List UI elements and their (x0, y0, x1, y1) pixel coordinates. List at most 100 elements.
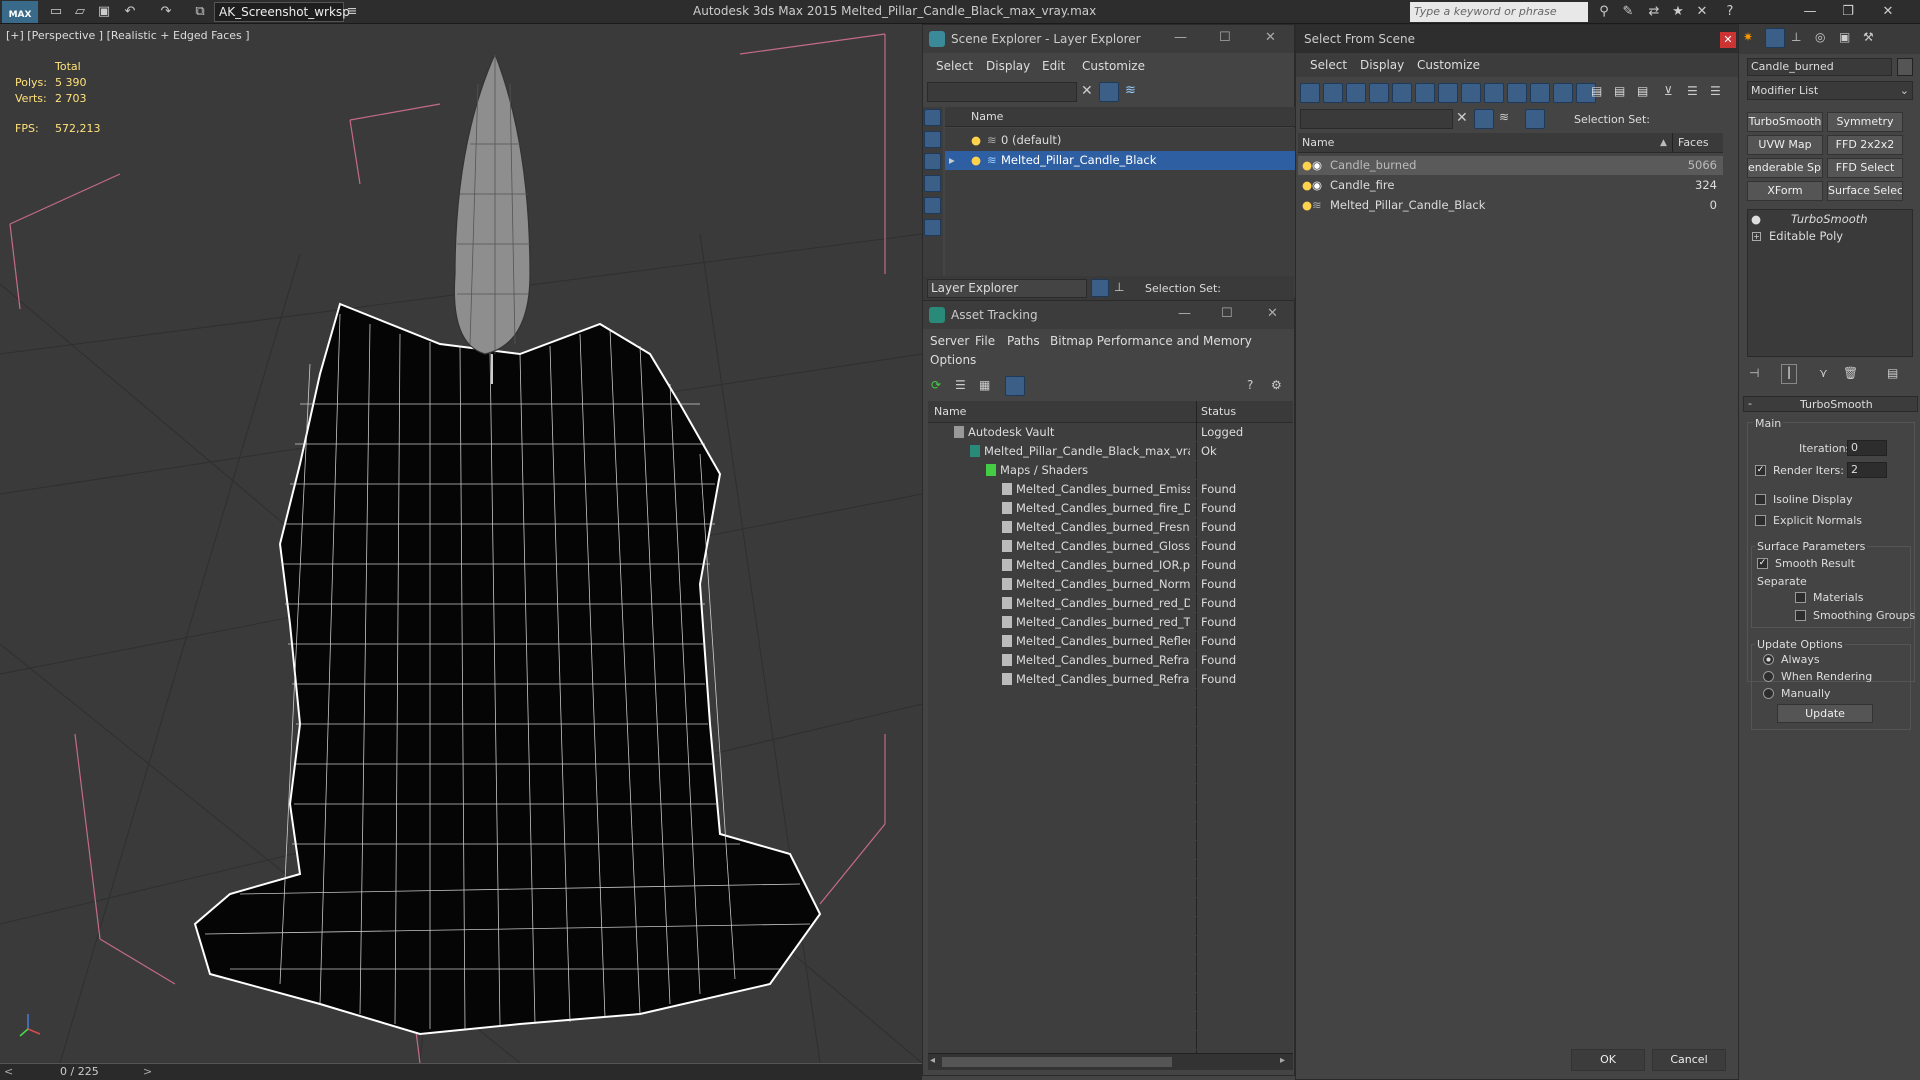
horizontal-scrollbar[interactable]: ◂ ▸ (928, 1053, 1293, 1070)
asset-row[interactable]: Melted_Candles_burned_Emission.png Found (928, 480, 1293, 499)
clear-search-icon[interactable]: ✕ (1456, 110, 1468, 126)
menu-display[interactable]: Display (1360, 58, 1404, 72)
close-search-icon[interactable]: ✕ (1694, 4, 1710, 20)
asset-row[interactable]: Maps / Shaders (928, 461, 1293, 480)
display-lights-icon[interactable] (924, 153, 941, 170)
ffd-button[interactable]: FFD 2x2x2 (1827, 135, 1903, 155)
asset-row[interactable]: Melted_Candles_burned_red_Diffuse.png Fou… (928, 594, 1293, 613)
lightbulb-icon[interactable]: ● (971, 131, 981, 150)
render-iters-spinner[interactable]: 2 (1847, 462, 1887, 478)
asset-row[interactable]: Melted_Candles_burned_Normal.png Found (928, 575, 1293, 594)
redo-icon[interactable]: ↷ (158, 4, 174, 20)
filter-icon[interactable] (1099, 82, 1119, 102)
asset-row[interactable]: Melted_Candles_burned_Refract_Gloss.png F… (928, 670, 1293, 689)
help-icon[interactable]: ? (1722, 4, 1738, 20)
close-icon[interactable]: ✕ (1267, 306, 1278, 321)
display-groups-icon[interactable] (1438, 83, 1458, 103)
render-iters-checkbox[interactable]: ✓ (1755, 465, 1766, 476)
uvw-map-button[interactable]: UVW Map (1747, 135, 1823, 155)
display-lights-icon[interactable] (1346, 83, 1366, 103)
minimize-icon[interactable]: — (1178, 306, 1191, 321)
asset-column-header[interactable]: Name Status (928, 401, 1293, 423)
perspective-viewport[interactable]: [+] [Perspective ] [Realistic + Edged Fa… (0, 24, 922, 1063)
display-particles-icon[interactable] (1530, 83, 1550, 103)
time-next-button[interactable]: > (143, 1065, 152, 1078)
display-frozen-icon[interactable] (1553, 83, 1573, 103)
explorer-search-input[interactable] (927, 82, 1077, 102)
binoculars-icon[interactable]: ⚲ (1596, 4, 1612, 20)
when-rendering-radio[interactable] (1763, 671, 1774, 682)
undo-icon[interactable]: ↶ (122, 4, 138, 20)
workspace-dropdown[interactable]: AK_Screenshot_wrksp (214, 2, 350, 22)
minimize-icon[interactable]: — (1802, 4, 1818, 20)
smooth-result-checkbox[interactable]: ✓ (1757, 558, 1768, 569)
menu-bitmap-performance[interactable]: Bitmap Performance and Memory (1050, 334, 1252, 348)
asset-row[interactable]: Melted_Candles_burned_Fresnel.png Found (928, 518, 1293, 537)
remove-modifier-icon[interactable]: 🗑 (1843, 366, 1858, 380)
display-shapes-icon[interactable] (924, 131, 941, 148)
display-spacewarps-icon[interactable] (924, 219, 941, 236)
manually-radio[interactable] (1763, 688, 1774, 699)
lightbulb-icon[interactable]: ● (1302, 196, 1312, 215)
turbosmooth-button[interactable]: TurboSmooth (1747, 112, 1823, 132)
hierarchy-icon[interactable] (1525, 109, 1545, 129)
always-radio[interactable] (1763, 654, 1774, 665)
cancel-button[interactable]: Cancel (1652, 1049, 1726, 1071)
tools-icon[interactable]: ✎ (1620, 4, 1636, 20)
help-icon[interactable]: ? (1247, 378, 1253, 392)
layer-explorer-icon[interactable] (1091, 279, 1109, 297)
stack-item-editable-poly[interactable]: + Editable Poly (1749, 227, 1909, 246)
object-row-layer[interactable]: ● ≋ Melted_Pillar_Candle_Black 0 (1298, 196, 1723, 215)
asset-row[interactable]: Melted_Candles_burned_IOR.png Found (928, 556, 1293, 575)
explorer-type-dropdown[interactable]: Layer Explorer (927, 279, 1087, 298)
display-helpers-icon[interactable] (1392, 83, 1412, 103)
asset-row[interactable]: Melted_Candles_burned_Refract.png Found (928, 651, 1293, 670)
new-file-icon[interactable]: ▭ (48, 4, 64, 20)
iterations-spinner[interactable]: 0 (1847, 440, 1887, 456)
create-tab-icon[interactable]: ✷ (1743, 30, 1753, 44)
ffd-select-button[interactable]: FFD Select (1827, 158, 1903, 178)
menu-paths[interactable]: Paths (1007, 334, 1040, 348)
open-file-icon[interactable]: ▱ (72, 4, 88, 20)
search-input[interactable]: Type a keyword or phrase (1410, 2, 1588, 22)
collapse-icon[interactable]: ☰ (1710, 84, 1721, 98)
configure-sets-icon[interactable]: ▤ (1887, 366, 1898, 380)
time-prev-button[interactable]: < (4, 1065, 13, 1078)
table-view-icon[interactable] (1005, 376, 1025, 396)
hierarchy-tab-icon[interactable]: ⊥ (1791, 30, 1801, 44)
favorites-star-icon[interactable]: ★ (1670, 4, 1686, 20)
app-logo-icon[interactable]: MAX (2, 1, 38, 23)
menu-select[interactable]: Select (1310, 58, 1347, 72)
display-tab-icon[interactable]: ▣ (1839, 30, 1850, 44)
display-xrefs-icon[interactable] (1461, 83, 1481, 103)
renderable-spline-button[interactable]: enderable Splin (1747, 158, 1823, 178)
save-file-icon[interactable]: ▣ (96, 4, 112, 20)
close-window-icon[interactable]: ✕ (1880, 4, 1896, 20)
lightbulb-icon[interactable]: ● (1302, 156, 1312, 175)
xform-button[interactable]: XForm (1747, 181, 1823, 201)
object-row-candle-fire[interactable]: ● ◉ Candle_fire 324 (1298, 176, 1723, 195)
ok-button[interactable]: OK (1571, 1049, 1645, 1071)
explicit-normals-checkbox[interactable] (1755, 515, 1766, 526)
maximize-icon[interactable]: ☐ (1219, 30, 1231, 45)
object-row-candle-burned[interactable]: ● ◉ Candle_burned 5066 (1298, 156, 1723, 175)
time-slider-value[interactable]: 0 / 225 (60, 1065, 99, 1078)
materials-checkbox[interactable] (1795, 592, 1806, 603)
explorer-column-header[interactable]: Name (945, 107, 1295, 127)
project-folder-icon[interactable]: ⧉ (192, 4, 208, 20)
isoline-checkbox[interactable] (1755, 494, 1766, 505)
pin-stack-icon[interactable]: ⊣ (1749, 366, 1759, 380)
menu-customize[interactable]: Customize (1417, 58, 1480, 72)
modify-tab-icon[interactable] (1765, 28, 1785, 48)
asset-row[interactable]: Melted_Candles_burned_Reflection.png Foun… (928, 632, 1293, 651)
select-none-icon[interactable]: ▤ (1614, 84, 1625, 98)
refresh-icon[interactable]: ⟳ (931, 378, 941, 392)
expand-plus-icon[interactable]: + (1752, 232, 1761, 241)
viewport-label[interactable]: [+] [Perspective ] [Realistic + Edged Fa… (6, 29, 250, 42)
find-input[interactable] (1300, 109, 1453, 129)
maximize-icon[interactable]: ☐ (1221, 306, 1233, 321)
display-geometry-icon[interactable] (1300, 83, 1320, 103)
clear-search-icon[interactable]: ✕ (1081, 83, 1093, 99)
display-spacewarps-icon[interactable] (1415, 83, 1435, 103)
asset-row[interactable]: Melted_Candles_burned_red_Translucency..… (928, 613, 1293, 632)
